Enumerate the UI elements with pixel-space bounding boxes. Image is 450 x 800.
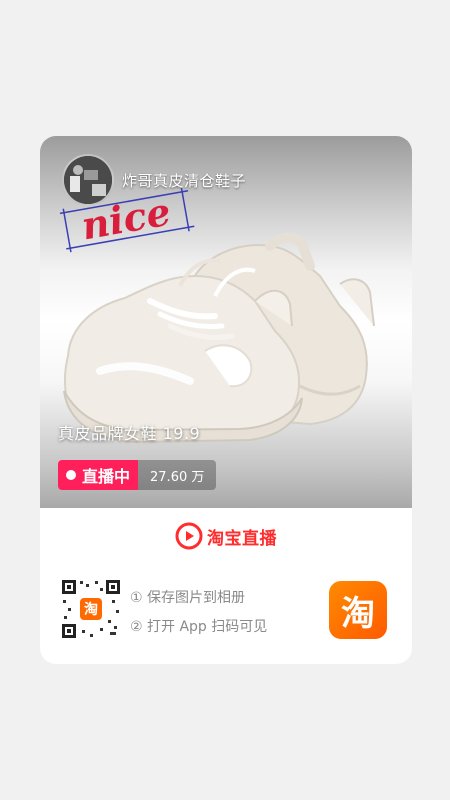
sticker-text: nice: [78, 189, 174, 249]
taobao-live-logo-icon: [175, 522, 203, 550]
live-status[interactable]: 直播中 27.60 万: [58, 460, 217, 490]
scan-instructions: ① 保存图片到相册 ② 打开 App 扫码可见: [130, 584, 267, 642]
brand-header: 淘宝直播: [40, 522, 412, 550]
step-open-app: ② 打开 App 扫码可见: [130, 619, 268, 635]
share-card: 炸哥真皮清仓鞋子 nice 真皮品牌女鞋 19.9 直播中 27.60 万 淘宝…: [40, 136, 412, 664]
live-dot: [66, 470, 76, 480]
live-badge[interactable]: 直播中: [58, 460, 139, 490]
taobao-app-glyph: 淘: [341, 593, 375, 634]
step-save-image: ① 保存图片到相册: [130, 590, 246, 606]
product-hero-image[interactable]: 炸哥真皮清仓鞋子 nice 真皮品牌女鞋 19.9 直播中 27.60 万: [40, 136, 412, 508]
nice-sticker: nice: [59, 187, 195, 253]
qr-code[interactable]: 淘: [60, 578, 122, 640]
qr-center-logo: 淘: [84, 601, 98, 618]
live-badge-label: 直播中: [82, 467, 131, 486]
viewer-count: 27.60 万: [138, 460, 217, 490]
brand-label: 淘宝直播: [207, 528, 277, 549]
product-title[interactable]: 真皮品牌女鞋 19.9: [58, 420, 200, 444]
taobao-app-icon[interactable]: 淘: [329, 581, 387, 639]
